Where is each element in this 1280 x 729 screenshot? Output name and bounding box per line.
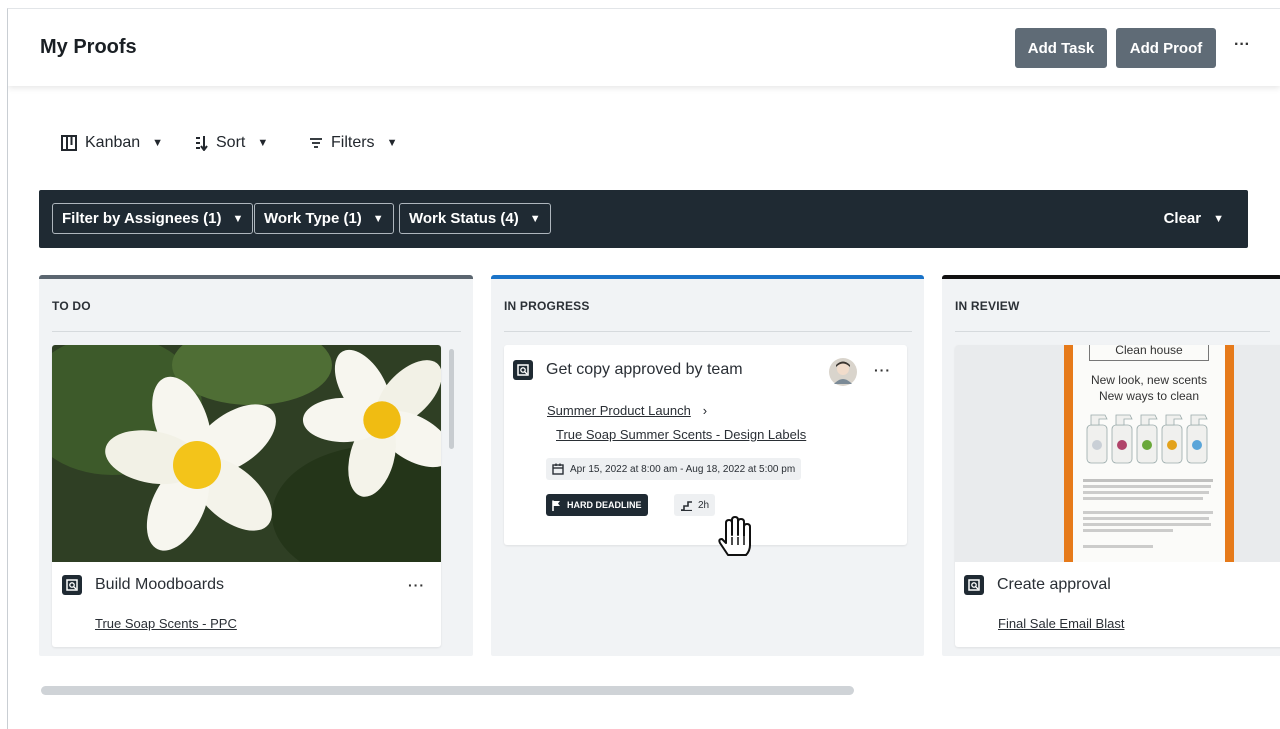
preview-heading: Clean house [1089, 345, 1209, 361]
chevron-down-icon: ▼ [257, 137, 269, 149]
work-type-label: Work Type (1) [264, 210, 362, 227]
proof-card[interactable]: Clean house New look, new scents New way… [955, 345, 1280, 647]
preview-line-2: New ways to clean [1098, 389, 1200, 403]
chevron-down-icon: ▼ [386, 137, 398, 149]
proof-icon [62, 575, 82, 595]
column-title: IN PROGRESS [504, 299, 590, 313]
preview-line-1: New look, new scents [1090, 373, 1208, 387]
card-more-button[interactable]: ··· [408, 577, 425, 593]
effort-icon [681, 500, 692, 511]
project-link[interactable]: True Soap Summer Scents - Design Labels [556, 427, 806, 442]
avatar[interactable] [829, 358, 857, 386]
divider [52, 331, 461, 332]
sort-menu[interactable]: Sort ▼ [194, 133, 268, 153]
flower-thumbnail-image [52, 345, 441, 562]
sort-label: Sort [216, 134, 246, 151]
kanban-icon [61, 135, 77, 151]
view-label: Kanban [85, 134, 141, 151]
proof-card[interactable]: Get copy approved by team ··· Summer Pro… [504, 345, 907, 545]
parent-project-link[interactable]: Summer Product Launch [547, 403, 691, 418]
hard-deadline-badge: HARD DEADLINE [546, 494, 648, 516]
work-status-dropdown[interactable]: Work Status (4) ▼ [399, 203, 551, 234]
sort-icon [196, 136, 208, 151]
page-header: My Proofs Add Task Add Proof ··· [8, 9, 1280, 86]
more-options-button[interactable]: ··· [1230, 35, 1254, 59]
spray-bottles-illustration [1086, 414, 1208, 464]
page-title: My Proofs [40, 36, 137, 58]
filters-label: Filters [331, 134, 375, 151]
horizontal-scrollbar-thumb[interactable] [41, 686, 854, 695]
add-task-button[interactable]: Add Task [1015, 28, 1107, 68]
card-title[interactable]: Build Moodboards [95, 576, 224, 594]
divider [955, 331, 1270, 332]
filter-assignees-label: Filter by Assignees (1) [62, 210, 222, 227]
breadcrumb-separator: › [702, 403, 708, 418]
date-range-chip[interactable]: Apr 15, 2022 at 8:00 am - Aug 18, 2022 a… [546, 458, 802, 480]
chevron-down-icon: ▼ [152, 137, 164, 149]
effort-value: 2h [698, 499, 710, 511]
column-title: TO DO [52, 299, 91, 313]
chevron-down-icon: ▼ [232, 212, 244, 225]
filters-menu[interactable]: Filters ▼ [309, 133, 397, 153]
effort-chip[interactable]: 2h [674, 494, 716, 516]
view-selector[interactable]: Kanban ▼ [61, 133, 163, 153]
proof-card[interactable]: Build Moodboards ··· True Soap Scents - … [52, 345, 441, 647]
active-filters-bar: Filter by Assignees (1) ▼ Work Type (1) … [39, 190, 1248, 248]
project-link[interactable]: True Soap Scents - PPC [95, 616, 237, 631]
column-in-review: IN REVIEW Clean house New look, new scen… [942, 275, 1280, 656]
proof-icon [964, 575, 984, 595]
card-title[interactable]: Get copy approved by team [546, 361, 743, 379]
card-title[interactable]: Create approval [997, 576, 1111, 594]
clear-filters-button[interactable]: Clear ▼ [1164, 210, 1224, 227]
column-title: IN REVIEW [955, 299, 1020, 313]
flag-icon [552, 500, 560, 511]
date-range-text: Apr 15, 2022 at 8:00 am - Aug 18, 2022 a… [570, 463, 796, 475]
chevron-down-icon: ▼ [1213, 212, 1224, 225]
project-link[interactable]: Final Sale Email Blast [998, 616, 1124, 631]
app-window: My Proofs Add Task Add Proof ··· Kanban … [7, 8, 1280, 729]
proof-icon [513, 360, 533, 380]
deadline-label: HARD DEADLINE [567, 500, 642, 510]
work-status-label: Work Status (4) [409, 210, 519, 227]
divider [504, 331, 912, 332]
column-in-progress: IN PROGRESS Get copy approved by team ··… [491, 275, 924, 656]
filter-assignees-dropdown[interactable]: Filter by Assignees (1) ▼ [52, 203, 254, 234]
calendar-icon [552, 463, 564, 475]
filter-icon [310, 138, 322, 148]
work-type-dropdown[interactable]: Work Type (1) ▼ [254, 203, 394, 234]
chevron-down-icon: ▼ [529, 212, 541, 225]
chevron-down-icon: ▼ [372, 212, 384, 225]
hand-cursor-icon [718, 516, 751, 556]
scrollbar-thumb[interactable] [449, 349, 454, 449]
column-to-do: TO DO Build Moodboards ··· True Soap Sce… [39, 275, 473, 656]
document-thumbnail-image: Clean house New look, new scents New way… [955, 345, 1280, 562]
clear-label: Clear [1163, 210, 1202, 227]
card-more-button[interactable]: ··· [874, 362, 891, 378]
add-proof-button[interactable]: Add Proof [1116, 28, 1216, 68]
